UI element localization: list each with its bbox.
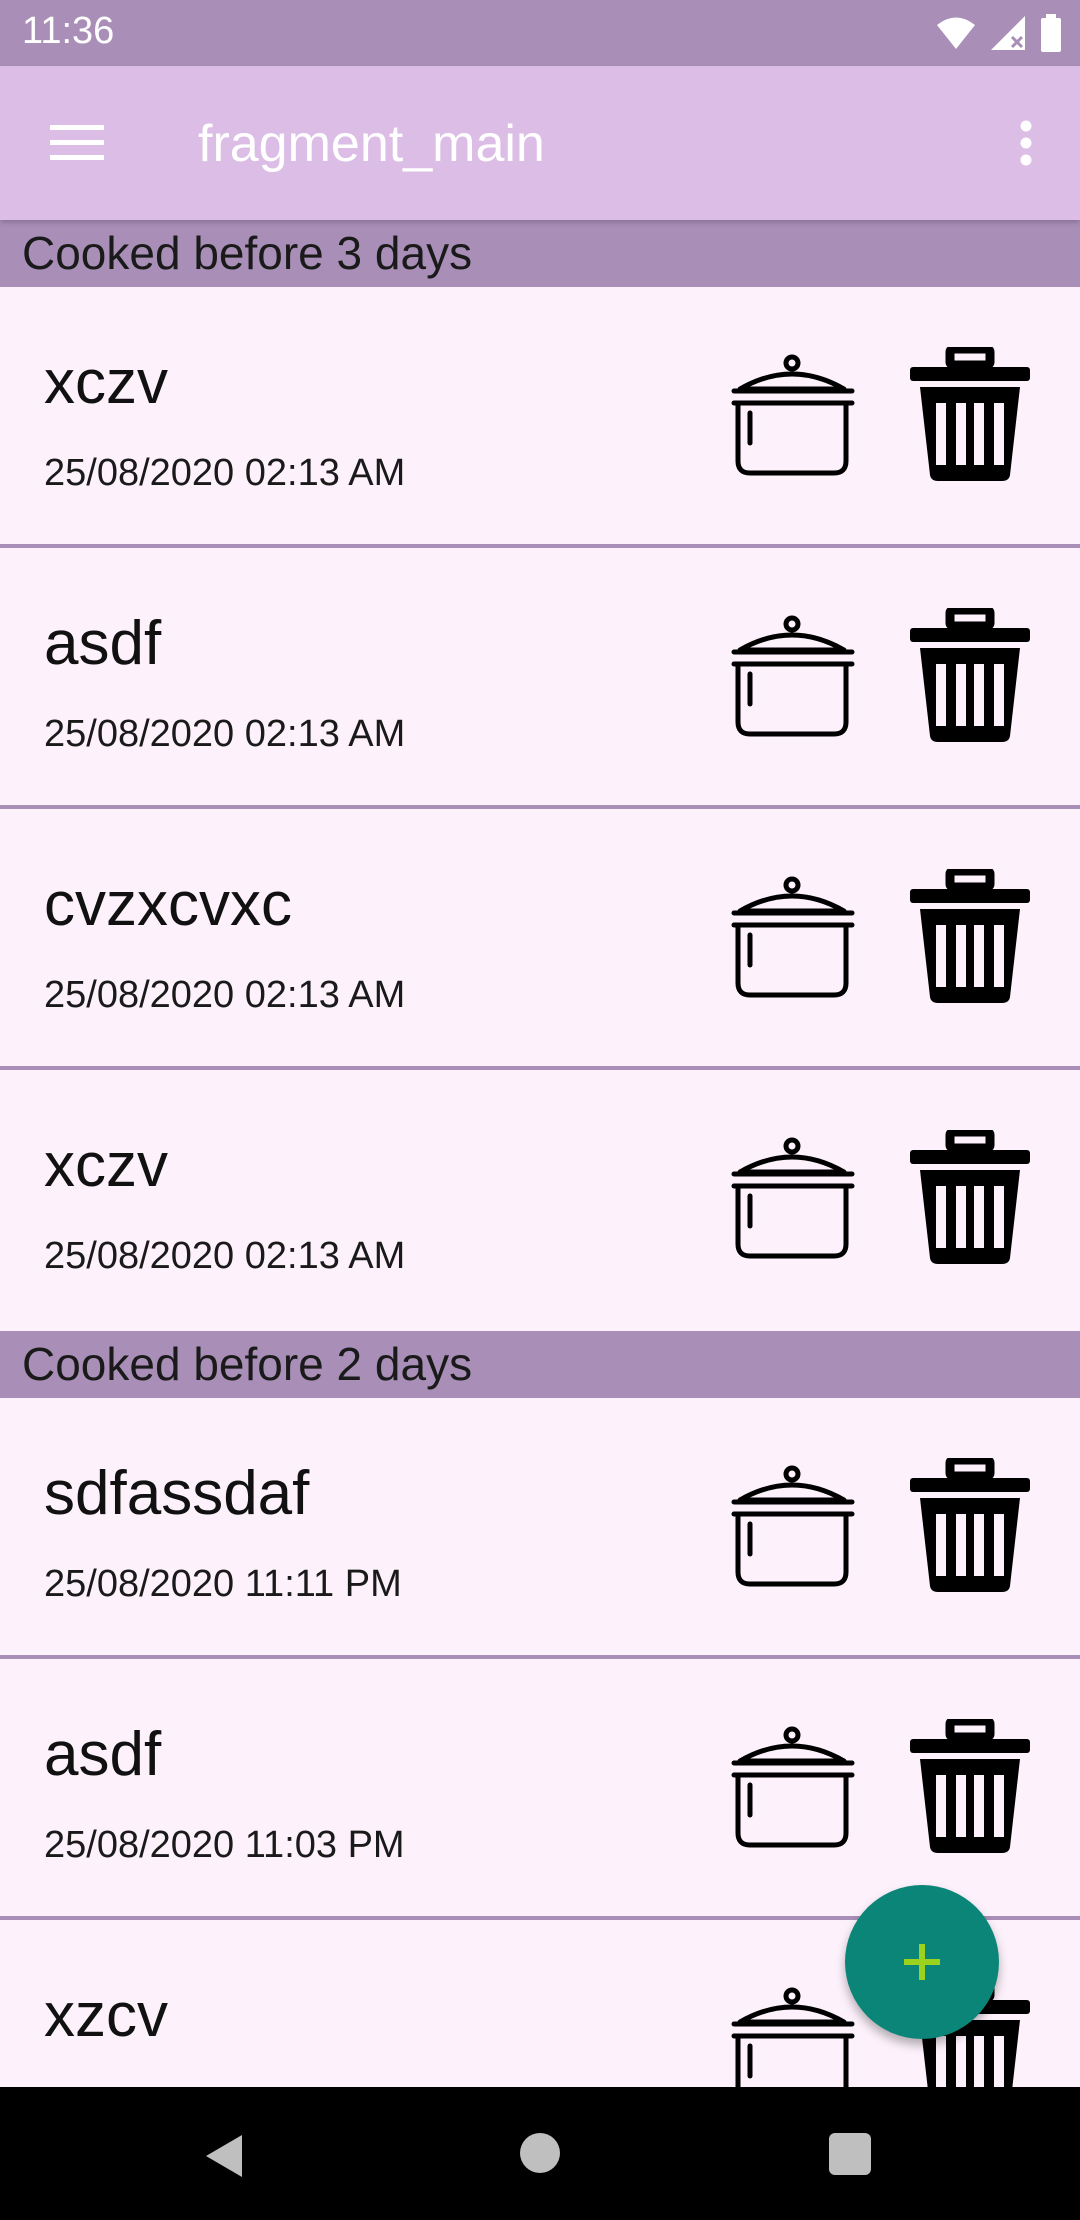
list-item[interactable]: asdf 25/08/2020 02:13 AM xyxy=(0,548,1080,809)
recents-icon[interactable] xyxy=(829,2133,871,2175)
item-title: sdfassdaf xyxy=(44,1459,310,1528)
list-item[interactable]: sdfassdaf 25/08/2020 11:11 PM xyxy=(0,1398,1080,1659)
item-title: xczv xyxy=(44,348,168,417)
list-item[interactable]: asdf 25/08/2020 11:03 PM xyxy=(0,1659,1080,1920)
item-title: cvzxcvxc xyxy=(44,870,292,939)
section-header: Cooked before 2 days xyxy=(0,1331,1080,1398)
cooking-pot-icon[interactable] xyxy=(722,1462,864,1588)
more-vertical-icon xyxy=(1020,120,1032,166)
status-time: 11:36 xyxy=(22,10,115,52)
item-title: xzcv xyxy=(44,1981,168,2050)
status-bar: 11:36 xyxy=(0,0,1080,66)
overflow-menu-button[interactable] xyxy=(998,111,1054,175)
plus-icon xyxy=(904,1944,940,1980)
navigation-bar xyxy=(0,2087,1080,2220)
cooking-pot-icon[interactable] xyxy=(722,873,864,999)
menu-button[interactable] xyxy=(36,111,118,175)
status-icons xyxy=(936,12,1062,54)
section-header: Cooked before 3 days xyxy=(0,220,1080,287)
item-date: 25/08/2020 02:13 AM xyxy=(44,974,406,1016)
item-date: 25/08/2020 02:13 AM xyxy=(44,713,406,755)
hamburger-menu-icon xyxy=(50,125,104,160)
add-button[interactable] xyxy=(845,1885,999,2039)
app-bar: fragment_main xyxy=(0,66,1080,220)
item-title: asdf xyxy=(44,1720,162,1789)
trash-bin-icon[interactable] xyxy=(906,608,1034,744)
list-item[interactable]: xczv 25/08/2020 02:13 AM xyxy=(0,287,1080,548)
cooking-pot-icon[interactable] xyxy=(722,612,864,738)
item-date: 25/08/2020 11:11 PM xyxy=(44,1563,402,1605)
cooking-pot-icon[interactable] xyxy=(722,351,864,477)
trash-bin-icon[interactable] xyxy=(906,1130,1034,1266)
item-date: 25/08/2020 02:13 AM xyxy=(44,452,406,494)
home-icon[interactable] xyxy=(520,2133,560,2173)
cell-signal-icon xyxy=(991,16,1025,50)
item-title: xczv xyxy=(44,1131,168,1200)
cooking-pot-icon[interactable] xyxy=(722,1723,864,1849)
cooking-pot-icon[interactable] xyxy=(722,1984,864,2087)
wifi-icon xyxy=(937,17,975,49)
trash-bin-icon[interactable] xyxy=(906,1458,1034,1594)
item-title: asdf xyxy=(44,609,162,678)
cooked-list[interactable]: Cooked before 3 days xczv 25/08/2020 02:… xyxy=(0,220,1080,2087)
item-date: 25/08/2020 02:13 AM xyxy=(44,1235,406,1277)
trash-bin-icon[interactable] xyxy=(906,869,1034,1005)
list-item[interactable]: xczv 25/08/2020 02:13 AM xyxy=(0,1070,1080,1331)
item-date: 25/08/2020 11:03 PM xyxy=(44,1824,405,1866)
list-item[interactable]: cvzxcvxc 25/08/2020 02:13 AM xyxy=(0,809,1080,1070)
trash-bin-icon[interactable] xyxy=(906,1719,1034,1855)
trash-bin-icon[interactable] xyxy=(906,347,1034,483)
back-icon[interactable] xyxy=(204,2133,244,2179)
page-title: fragment_main xyxy=(198,115,545,173)
cooking-pot-icon[interactable] xyxy=(722,1134,864,1260)
battery-icon xyxy=(1041,14,1061,52)
